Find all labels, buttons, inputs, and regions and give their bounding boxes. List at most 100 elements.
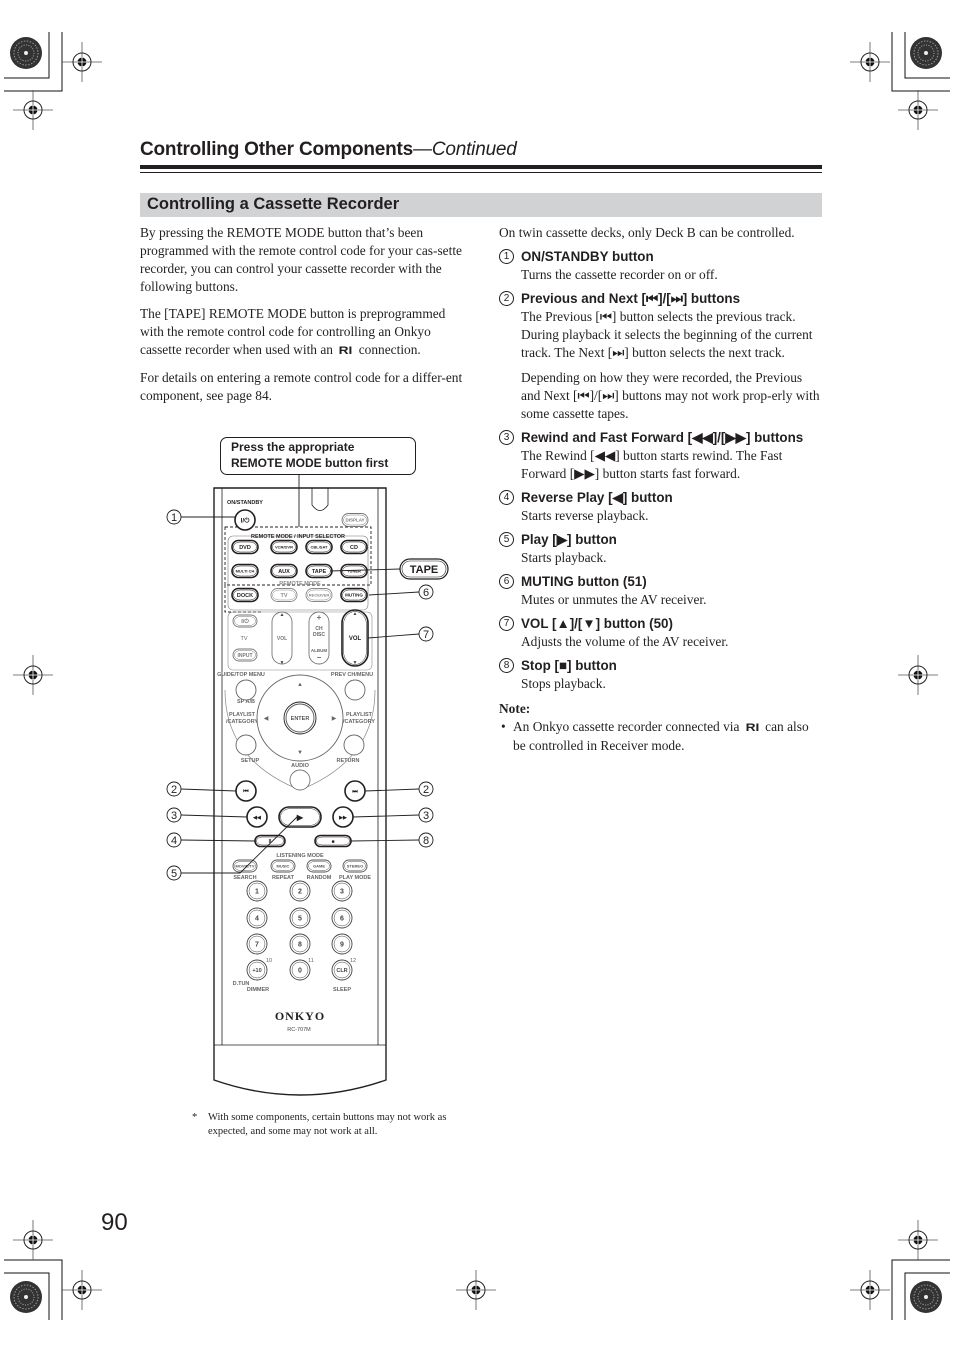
item-desc: Turns the cassette recorder on or off. (521, 267, 718, 282)
item-desc: The Previous [⏮] button selects the prev… (521, 309, 813, 360)
svg-text:RANDOM: RANDOM (307, 875, 332, 881)
numpad-7-button: 7 (246, 933, 268, 955)
item-vol: 7 VOL [▲]/[▼] button (50) Adjusts the vo… (499, 615, 824, 651)
rewind-button: ◀◀ (246, 806, 268, 828)
svg-text:VOL: VOL (277, 636, 287, 642)
svg-text:4: 4 (255, 915, 259, 922)
play-button: ▶ (278, 806, 322, 828)
item-desc: Adjusts the volume of the AV receiver. (521, 634, 729, 649)
svg-text:I/⏻: I/⏻ (241, 618, 249, 625)
item-number-5: 5 (499, 532, 514, 547)
header-rule-thin (140, 172, 822, 173)
down-arrow-icon: ▼ (353, 660, 358, 666)
pause-reverse-button: II (254, 834, 286, 848)
audio-button (289, 769, 311, 791)
selector-tape-button: TAPE (305, 563, 333, 579)
selector-multich-button: MULTI CH (231, 563, 259, 579)
item-number-1: 1 (499, 249, 514, 264)
footnote: * With some components, certain buttons … (192, 1112, 447, 1137)
svg-text:STEREO: STEREO (347, 863, 363, 868)
item-desc: The Rewind [◀◀] button starts rewind. Th… (521, 448, 783, 481)
dock-button: DOCK (231, 587, 259, 603)
svg-text:PREV CH/MENU: PREV CH/MENU (331, 672, 373, 678)
details-paragraph: For details on entering a remote control… (140, 370, 463, 403)
header-rule-thick (140, 165, 822, 169)
svg-text:AUX: AUX (278, 569, 290, 575)
listening-mode-label: LISTENING MODE (276, 853, 324, 859)
item-title: Play [▶] button (521, 532, 617, 547)
svg-text:5: 5 (298, 915, 302, 922)
numpad-6-button: 6 (331, 907, 353, 929)
mode-movietv-button: MOVIE/TV (232, 859, 258, 873)
callout-number: 2 (423, 784, 429, 796)
mode-stereo-button: STEREO (342, 859, 368, 873)
nav-down-icon: ▼ (297, 750, 303, 756)
svg-text:PLAYLIST: PLAYLIST (229, 712, 256, 718)
svg-text:I/⏻: I/⏻ (241, 516, 251, 524)
remote-mode-label: REMOTE MODE (279, 581, 321, 587)
item-desc: Starts playback. (521, 550, 607, 565)
item-title: Reverse Play [◀] button (521, 490, 673, 505)
ri-logo-icon: RI (745, 722, 760, 734)
svg-text:DVD: DVD (239, 545, 251, 551)
svg-text:8: 8 (298, 941, 302, 948)
item-number-8: 8 (499, 658, 514, 673)
selector-aux-button: AUX (270, 563, 298, 579)
callout-number: 4 (171, 835, 177, 847)
svg-text:3: 3 (340, 888, 344, 895)
item-reverse-play: 4 Reverse Play [◀] button Starts reverse… (499, 489, 824, 525)
tape-paragraph: The [TAPE] REMOTE MODE button is preprog… (140, 305, 464, 360)
item-stop: 8 Stop [■] button Stops playback. (499, 657, 824, 693)
tv-input-button: INPUT (232, 648, 258, 662)
svg-text:/CATEGORY: /CATEGORY (226, 719, 258, 725)
svg-text:▶▶: ▶▶ (338, 815, 348, 821)
item-title: ON/STANDBY button (521, 249, 654, 264)
svg-text:RECEIVER: RECEIVER (309, 592, 330, 597)
numpad-9-button: 9 (331, 933, 353, 955)
numpad-clr-button: CLR (331, 959, 353, 981)
item-number-7: 7 (499, 616, 514, 631)
on-standby-label: ON/STANDBY (227, 500, 263, 506)
muting-button: MUTING (340, 587, 368, 603)
svg-text:9: 9 (340, 941, 344, 948)
svg-text:INPUT: INPUT (238, 653, 253, 659)
svg-text:⏭: ⏭ (352, 789, 358, 795)
prev-ch-button (344, 679, 366, 701)
item-desc: Stops playback. (521, 676, 606, 691)
callout-number: 6 (423, 587, 429, 599)
guide-button (235, 679, 257, 701)
item-rewind-ff: 3 Rewind and Fast Forward [◀◀]/[▶▶] butt… (499, 429, 824, 483)
callout-number: 3 (423, 810, 429, 822)
svg-text:MULTI CH: MULTI CH (236, 568, 255, 573)
mode-music-button: MUSIC (270, 859, 296, 873)
numpad-8-button: 8 (289, 933, 311, 955)
item-number-6: 6 (499, 574, 514, 589)
item-title: Stop [■] button (521, 658, 617, 673)
vol-rocker: VOL (341, 609, 369, 667)
svg-text:TV: TV (240, 636, 247, 642)
ch-disc-label: − (317, 653, 322, 662)
selector-dvd-button: DVD (231, 539, 259, 555)
svg-text:/CATEGORY: /CATEGORY (343, 719, 375, 725)
header-continued: —Continued (413, 139, 517, 160)
selector-cd-button: CD (340, 539, 368, 555)
header-title: Controlling Other Components (140, 139, 414, 160)
intro-paragraph: By pressing the REMOTE MODE button that’… (140, 225, 463, 294)
svg-text:MUTING: MUTING (345, 593, 363, 598)
svg-text:AUDIO: AUDIO (291, 763, 309, 769)
item-number-4: 4 (499, 490, 514, 505)
callout-number: 7 (423, 629, 429, 641)
running-header: Controlling Other Components—Continued (140, 139, 517, 161)
note-bullet: • An Onkyo cassette recorder connected vi… (501, 719, 809, 753)
callout-number: 2 (171, 784, 177, 796)
receiver-mode-button: RECEIVER (305, 588, 333, 602)
remote-control-illustration: ON/STANDBY REMOTE MODE / INPUT SELECTOR … (166, 475, 449, 1096)
numpad-5-button: 5 (289, 907, 311, 929)
registration-star-icon (9, 36, 43, 70)
selector-vcrdvr-button: VCR/DVR (270, 539, 298, 555)
tape-callout-label: TAPE (410, 564, 439, 576)
svg-text:SEARCH: SEARCH (233, 875, 256, 881)
tv-vol-rocker: VOL (271, 611, 293, 665)
model-number: RC-707M (287, 1027, 311, 1033)
svg-text:GAME: GAME (313, 863, 325, 868)
